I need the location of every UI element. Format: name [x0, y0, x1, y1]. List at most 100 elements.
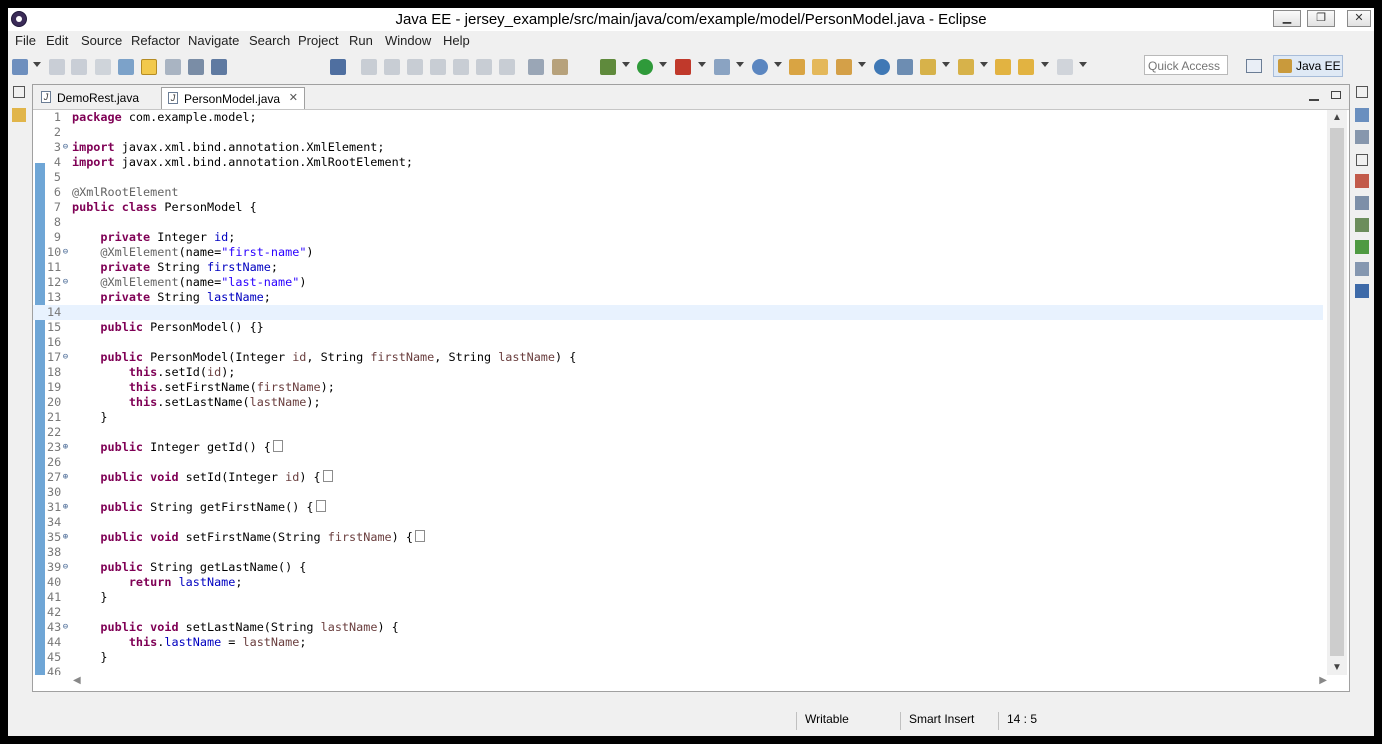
java-ee-perspective-button[interactable]: Java EE	[1273, 55, 1343, 77]
code-line[interactable]: 20 this.setLastName(lastName);	[33, 395, 1323, 410]
minimize-button[interactable]: ▁	[1273, 10, 1301, 27]
menu-refactor[interactable]: Refactor	[131, 33, 180, 48]
quick-access-input[interactable]	[1144, 55, 1228, 75]
show-whitespace-icon[interactable]	[211, 59, 227, 75]
print-icon[interactable]	[95, 59, 111, 75]
code-line[interactable]: 13 private String lastName;	[33, 290, 1323, 305]
code-line[interactable]: 14	[33, 305, 1323, 320]
scroll-left-icon[interactable]: ◀	[73, 675, 81, 686]
code-line[interactable]: 19 this.setFirstName(firstName);	[33, 380, 1323, 395]
code-line[interactable]: 38	[33, 545, 1323, 560]
scroll-thumb[interactable]	[1330, 128, 1344, 656]
code-line[interactable]: 12 ⊖ @XmlElement(name="last-name")	[33, 275, 1323, 290]
open-task-dropdown-icon[interactable]	[858, 62, 866, 67]
skip-breakpoints-icon[interactable]	[330, 59, 346, 75]
console-icon[interactable]	[1355, 284, 1369, 298]
code-line[interactable]: 21 }	[33, 410, 1323, 425]
snippets-icon[interactable]	[1355, 262, 1369, 276]
tab-demorest[interactable]: J DemoRest.java	[35, 87, 161, 109]
collapse-fold-icon[interactable]: ⊖	[61, 143, 70, 152]
code-line[interactable]: 17 ⊖ public PersonModel(Integer id, Strin…	[33, 350, 1323, 365]
open-project-icon[interactable]	[789, 59, 805, 75]
code-line[interactable]: 40 return lastName;	[33, 575, 1323, 590]
next-edit-dropdown-icon[interactable]	[942, 62, 950, 67]
step-return-icon[interactable]	[499, 59, 515, 75]
code-line[interactable]: 3 ⊖ import javax.xml.bind.annotation.XmlEl…	[33, 140, 1323, 155]
restore-right-view-icon[interactable]	[1356, 86, 1368, 98]
code-line[interactable]: 7 public class PersonModel {	[33, 200, 1323, 215]
expand-fold-icon[interactable]: ⊕	[61, 473, 70, 482]
open-type-icon[interactable]	[118, 59, 134, 75]
markers-icon[interactable]	[1355, 174, 1369, 188]
code-line[interactable]: 1 package com.example.model;	[33, 110, 1323, 125]
open-web-browser-icon[interactable]	[874, 59, 890, 75]
block-selection-icon[interactable]	[188, 59, 204, 75]
mark-occurrences-icon[interactable]	[141, 59, 157, 75]
code-line[interactable]: 43 ⊖ public void setLastName(String lastN…	[33, 620, 1323, 635]
open-task-icon[interactable]	[836, 59, 852, 75]
code-line[interactable]: 5	[33, 170, 1323, 185]
back-arrow-icon[interactable]	[1018, 59, 1034, 75]
disconnect-icon[interactable]	[430, 59, 446, 75]
restore-bottom-view-icon[interactable]	[1356, 154, 1368, 166]
code-line[interactable]: 35 ⊕ public void setFirstName(String firs…	[33, 530, 1323, 545]
next-edit-icon[interactable]	[920, 59, 936, 75]
close-window-button[interactable]: ✕	[1347, 10, 1371, 27]
expand-fold-icon[interactable]: ⊕	[61, 443, 70, 452]
scroll-down-icon[interactable]: ▼	[1332, 662, 1342, 673]
run-dropdown-icon[interactable]	[659, 62, 667, 67]
last-edit-location-icon[interactable]	[958, 59, 974, 75]
expand-fold-icon[interactable]: ⊕	[61, 503, 70, 512]
code-line[interactable]: 44 this.lastName = lastName;	[33, 635, 1323, 650]
code-line[interactable]: 11 private String firstName;	[33, 260, 1323, 275]
vertical-scrollbar[interactable]: ▲ ▼	[1327, 110, 1347, 675]
forward-dropdown-icon[interactable]	[1079, 62, 1087, 67]
code-line[interactable]: 23 ⊕ public Integer getId() {	[33, 440, 1323, 455]
save-icon[interactable]	[49, 59, 65, 75]
tab-personmodel[interactable]: J PersonModel.java ✕	[161, 87, 305, 109]
code-line[interactable]: 22	[33, 425, 1323, 440]
menu-project[interactable]: Project	[298, 33, 338, 48]
code-line[interactable]: 10 ⊖ @XmlElement(name="first-name")	[33, 245, 1323, 260]
code-line[interactable]: 34	[33, 515, 1323, 530]
code-line[interactable]: 26	[33, 455, 1323, 470]
code-line[interactable]: 6 @XmlRootElement	[33, 185, 1323, 200]
drop-to-frame-icon[interactable]	[528, 59, 544, 75]
collapse-fold-icon[interactable]: ⊖	[61, 278, 70, 287]
new-icon[interactable]	[12, 59, 28, 75]
menu-navigate[interactable]: Navigate	[188, 33, 239, 48]
back-dropdown-icon[interactable]	[1041, 62, 1049, 67]
next-annotation-icon[interactable]	[165, 59, 181, 75]
scroll-up-icon[interactable]: ▲	[1332, 112, 1342, 123]
menu-search[interactable]: Search	[249, 33, 290, 48]
maximize-editor-icon[interactable]	[1331, 91, 1341, 99]
data-source-explorer-icon[interactable]	[1355, 240, 1369, 254]
debug-icon[interactable]	[600, 59, 616, 75]
maximize-button[interactable]: ❐	[1307, 10, 1335, 27]
close-tab-icon[interactable]: ✕	[289, 91, 298, 104]
code-line[interactable]: 18 this.setId(id);	[33, 365, 1323, 380]
last-edit-dropdown-icon[interactable]	[980, 62, 988, 67]
code-line[interactable]: 45 }	[33, 650, 1323, 665]
code-line[interactable]: 2	[33, 125, 1323, 140]
external-tools-dropdown-icon[interactable]	[698, 62, 706, 67]
new-class-dropdown-icon[interactable]	[774, 62, 782, 67]
code-line[interactable]: 41 }	[33, 590, 1323, 605]
collapse-fold-icon[interactable]: ⊖	[61, 353, 70, 362]
menu-edit[interactable]: Edit	[46, 33, 68, 48]
task-list-icon[interactable]	[1355, 130, 1369, 144]
restore-view-icon[interactable]	[13, 86, 25, 98]
open-perspective-icon[interactable]	[1246, 59, 1262, 73]
project-explorer-icon[interactable]	[12, 108, 26, 122]
back-icon[interactable]	[995, 59, 1011, 75]
new-class-icon[interactable]	[752, 59, 768, 75]
properties-icon[interactable]	[1355, 196, 1369, 210]
scroll-right-icon[interactable]: ▶	[1319, 675, 1327, 686]
search-icon[interactable]	[897, 59, 913, 75]
use-step-filters-icon[interactable]	[552, 59, 568, 75]
outline-icon[interactable]	[1355, 108, 1369, 122]
menu-source[interactable]: Source	[81, 33, 122, 48]
terminate-icon[interactable]	[407, 59, 423, 75]
collapse-fold-icon[interactable]: ⊖	[61, 563, 70, 572]
code-line[interactable]: 16	[33, 335, 1323, 350]
